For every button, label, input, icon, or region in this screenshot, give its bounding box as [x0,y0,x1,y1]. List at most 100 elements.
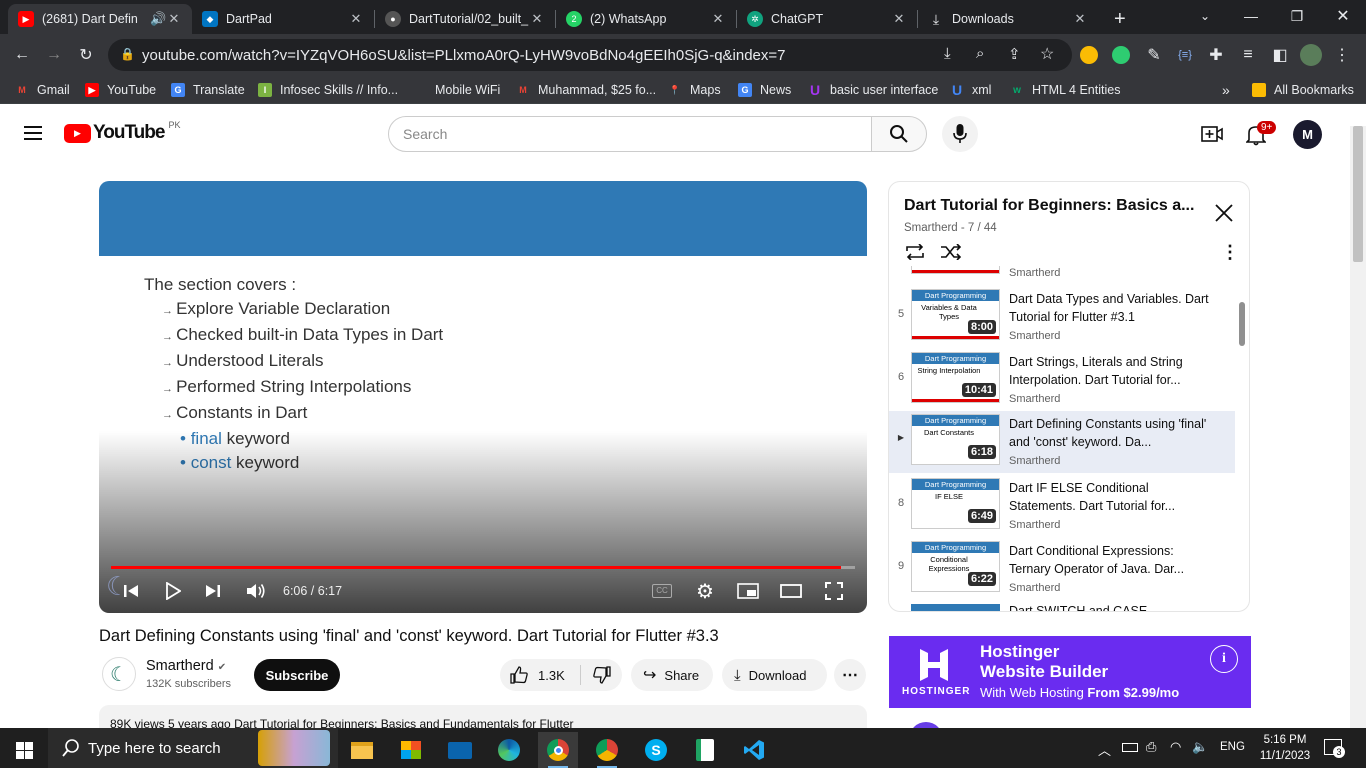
back-icon[interactable]: ← [12,45,32,65]
close-icon[interactable]: ✕ [891,11,907,27]
device-icon[interactable]: ⎙ [1146,739,1156,755]
share-icon[interactable]: ⇪ [1008,45,1021,63]
windows-start-icon[interactable] [4,732,44,768]
close-icon[interactable]: ✕ [166,11,182,27]
bookmark-translate[interactable]: G Translate [171,81,245,99]
clock[interactable]: 5:16 PM 11/1/2023 [1256,732,1314,764]
chrome-menu-icon[interactable]: ⋮ [1332,45,1352,65]
all-bookmarks[interactable]: All Bookmarks [1252,81,1354,99]
youtube-logo[interactable]: ▶ YouTube PK [64,120,180,144]
extension-json-icon[interactable]: {≡} [1175,45,1195,65]
close-playlist-icon[interactable] [1215,204,1233,227]
close-icon[interactable]: ✕ [710,11,726,27]
voice-search-button[interactable] [942,116,978,152]
miniplayer-icon[interactable] [736,581,760,601]
language-indicator[interactable]: ENG [1220,741,1245,753]
playlist-title[interactable]: Dart Tutorial for Beginners: Basics a... [904,197,1204,215]
settings-gear-icon[interactable]: ⚙ [693,581,717,603]
playlist-item[interactable]: 9 Dart Programming Conditional Expression… [889,538,1235,598]
tab-youtube[interactable]: ▶ (2681) Dart Defin 🔊 ✕ [8,4,192,34]
reload-icon[interactable]: ↻ [76,45,96,65]
close-icon[interactable]: ✕ [1072,11,1088,27]
progress-bar[interactable] [111,566,855,569]
playlist-item[interactable]: 5 Dart Programming Variables & Data Types… [889,286,1235,346]
bookmark-xml[interactable]: Uxml [950,81,992,99]
extensions-puzzle-icon[interactable]: ✚ [1206,45,1226,65]
bookmark-mobile-wifi[interactable]: Mobile WiFi [413,81,500,99]
ad-info-icon[interactable]: i [1210,645,1238,673]
tab-github[interactable]: ● DartTutorial/02_built_ ✕ [375,4,555,34]
tab-dartpad[interactable]: ◆ DartPad ✕ [192,4,374,34]
playlist-item-current[interactable]: ▶ Dart Programming Dart Constants 6:18 Dar… [889,411,1235,473]
search-input[interactable]: Search [388,116,872,152]
playlist-menu-icon[interactable]: ⋮ [1221,242,1239,263]
theater-mode-icon[interactable] [779,581,803,601]
video-player[interactable]: Section 3: Summary The section covers : … [99,181,867,613]
channel-avatar[interactable]: ☾ [102,657,136,691]
vscode-icon[interactable] [734,732,774,768]
partial-thumbnail[interactable] [911,604,1000,611]
volume-icon[interactable]: 🔈 [1192,739,1208,755]
close-icon[interactable]: ✕ [348,11,364,27]
video-thumbnail[interactable]: Dart Programming IF ELSE 6:49 [911,478,1000,529]
video-thumbnail[interactable]: Dart Programming Conditional Expressions 6… [911,541,1000,592]
partial-thumbnail[interactable] [911,266,1000,274]
extension-grammarly-icon[interactable] [1112,46,1130,64]
bookmark-muhammad[interactable]: M Muhammad, $25 fo... [516,81,656,99]
taskbar-search-input[interactable]: Type here to search [48,728,338,768]
install-icon[interactable]: ⤓ [944,45,951,62]
tab-search-icon[interactable]: ⌄ [1182,0,1228,32]
zoom-icon[interactable]: ⌕ [976,45,984,62]
account-avatar[interactable]: M [1293,120,1322,149]
side-panel-icon[interactable]: ◧ [1270,45,1290,65]
video-thumbnail[interactable]: Dart Programming Dart Constants 6:18 [911,414,1000,465]
fullscreen-icon[interactable] [822,581,846,601]
captions-icon[interactable]: CC [650,581,674,601]
media-control-icon[interactable]: ≡ [1238,45,1258,65]
more-bookmarks-icon[interactable]: » [1222,81,1230,99]
tab-whatsapp[interactable]: 2 (2) WhatsApp ✕ [556,4,736,34]
download-button[interactable]: ⤓ Download [722,659,827,691]
bookmark-gmail[interactable]: M Gmail [15,81,69,99]
playlist-scrollbar-thumb[interactable] [1239,302,1245,346]
profile-avatar[interactable] [1300,44,1322,66]
restore-icon[interactable]: ❐ [1274,0,1320,32]
hamburger-menu-icon[interactable] [24,126,42,140]
play-icon[interactable] [161,581,185,601]
video-thumbnail[interactable]: Dart Programming Variables & Data Types 8:… [911,289,1000,340]
edge-icon[interactable] [489,732,529,768]
page-scrollbar[interactable] [1350,126,1366,728]
microsoft-store-icon[interactable] [391,732,431,768]
file-explorer-icon[interactable] [342,732,382,768]
close-icon[interactable]: ✕ [529,11,545,27]
hostinger-ad[interactable]: HOSTINGER Hostinger Website Builder With… [889,636,1251,708]
window-close-icon[interactable]: ✕ [1320,0,1366,32]
show-hidden-icons[interactable]: ︿ [1098,740,1111,759]
chrome-icon[interactable] [538,732,578,768]
address-bar[interactable]: 🔒 youtube.com/watch?v=IYZqVOH6oSU&list=P… [108,39,1072,71]
minimize-icon[interactable]: — [1228,0,1274,32]
extension-bulb-icon[interactable] [1080,46,1098,64]
subscribe-button[interactable]: Subscribe [254,659,340,691]
scrollbar-thumb[interactable] [1353,126,1363,262]
battery-icon[interactable] [1122,743,1138,752]
loop-icon[interactable] [904,243,926,265]
notification-center-icon[interactable]: 3 [1324,739,1345,758]
bookmark-basic-ui[interactable]: Ubasic user interface [808,81,938,99]
create-video-button[interactable] [1201,125,1223,148]
new-tab-button[interactable]: + [1104,4,1134,34]
speaker-icon[interactable]: 🔊 [150,11,166,27]
skype-icon[interactable]: S [636,732,676,768]
volume-icon[interactable] [244,581,268,601]
description-box[interactable]: 89K views 5 years ago Dart Tutorial for … [99,705,867,728]
bookmark-maps[interactable]: 📍 Maps [668,81,720,99]
bookmark-infosec[interactable]: I Infosec Skills // Info... [258,81,398,99]
forward-icon[interactable]: → [44,45,64,65]
bookmark-html-entities[interactable]: w HTML 4 Entities [1010,81,1120,99]
next-icon[interactable] [201,581,225,601]
like-button[interactable]: 1.3K [510,666,580,684]
tab-downloads[interactable]: ⤓ Downloads ✕ [918,4,1098,34]
mail-icon[interactable] [440,732,480,768]
wifi-icon[interactable]: ◠ [1170,739,1181,755]
notepad-app-icon[interactable] [685,732,725,768]
